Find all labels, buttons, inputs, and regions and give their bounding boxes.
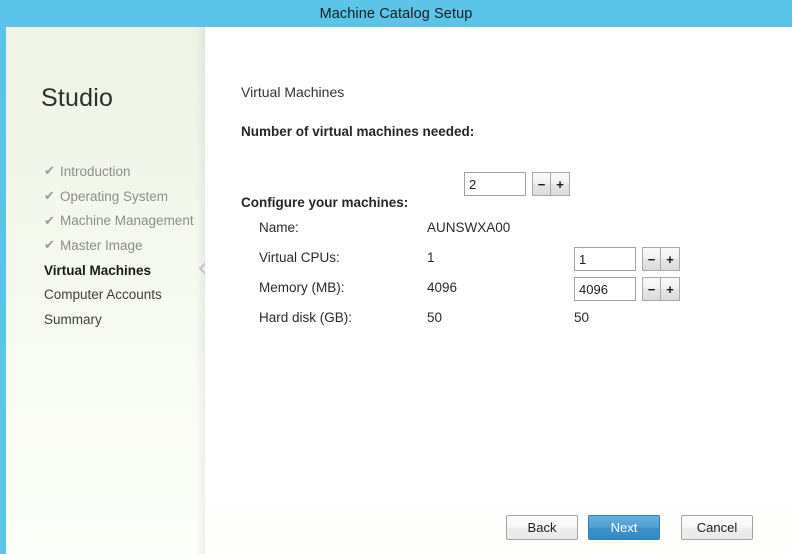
page-title: Virtual Machines bbox=[241, 84, 345, 100]
wizard-step-list: ✔ Introduction ✔ Operating System ✔ Machine M… bbox=[6, 159, 205, 332]
table-row: Name: AUNSWXA00 bbox=[241, 217, 771, 247]
sidebar-item-label: Operating System bbox=[60, 188, 169, 204]
property-value: 1 bbox=[427, 250, 435, 265]
property-readonly-value: 50 bbox=[574, 310, 590, 325]
step-complete-check-icon: ✔ bbox=[44, 237, 55, 253]
next-button[interactable]: Next bbox=[588, 515, 660, 540]
sidebar-item-label: Summary bbox=[44, 311, 102, 327]
window-titlebar: Machine Catalog Setup bbox=[0, 0, 792, 27]
machine-catalog-setup-window: Machine Catalog Setup Studio ✔ Introducti… bbox=[0, 0, 792, 554]
sidebar-item-label: Virtual Machines bbox=[44, 262, 152, 278]
property-value: 50 bbox=[427, 310, 443, 325]
vm-count-decrement-button[interactable]: − bbox=[532, 172, 551, 196]
sidebar-item-summary[interactable]: Summary bbox=[6, 307, 205, 332]
sidebar-item-label: Master Image bbox=[60, 237, 143, 253]
sidebar-item-virtual-machines[interactable]: Virtual Machines bbox=[6, 258, 205, 283]
vm-count-label: Number of virtual machines needed: bbox=[241, 124, 475, 139]
window-body: Studio ✔ Introduction ✔ Operating System ✔ Ma… bbox=[0, 27, 792, 554]
step-complete-check-icon: ✔ bbox=[44, 212, 55, 228]
wizard-footer: Back Next Cancel bbox=[205, 515, 792, 554]
property-stepper[interactable]: −+ bbox=[574, 277, 680, 301]
window-title: Machine Catalog Setup bbox=[319, 5, 473, 22]
product-title: Studio bbox=[41, 84, 114, 112]
property-name: Virtual CPUs: bbox=[259, 250, 340, 265]
wizard-sidebar: Studio ✔ Introduction ✔ Operating System ✔ Ma… bbox=[6, 27, 212, 554]
cancel-button[interactable]: Cancel bbox=[681, 515, 753, 540]
property-stepper-buttons: − + bbox=[642, 247, 680, 271]
property-value: 4096 bbox=[427, 280, 458, 295]
vm-count-increment-button[interactable]: + bbox=[551, 172, 570, 196]
property-name: Memory (MB): bbox=[259, 280, 345, 295]
sidebar-item-operating-system[interactable]: ✔ Operating System bbox=[6, 184, 205, 209]
sidebar-item-computer-accounts[interactable]: Computer Accounts bbox=[6, 282, 205, 307]
back-button[interactable]: Back bbox=[506, 515, 578, 540]
table-row: Memory (MB): 4096 −+ bbox=[241, 277, 771, 307]
property-value: AUNSWXA00 bbox=[427, 220, 511, 235]
sidebar-item-master-image[interactable]: ✔ Master Image bbox=[6, 233, 205, 258]
vm-count-stepper[interactable]: − + bbox=[464, 172, 570, 196]
sidebar-item-introduction[interactable]: ✔ Introduction bbox=[6, 159, 205, 184]
property-increment-button[interactable]: + bbox=[661, 247, 680, 271]
vm-count-input[interactable] bbox=[464, 172, 526, 196]
property-stepper-input[interactable] bbox=[574, 247, 636, 271]
property-increment-button[interactable]: + bbox=[661, 277, 680, 301]
configure-machines-label: Configure your machines: bbox=[241, 195, 409, 210]
sidebar-item-machine-management[interactable]: ✔ Machine Management bbox=[6, 208, 205, 233]
table-row: Virtual CPUs: 1 −+ bbox=[241, 247, 771, 277]
sidebar-item-label: Computer Accounts bbox=[44, 287, 162, 303]
property-decrement-button[interactable]: − bbox=[642, 277, 661, 301]
table-row: Hard disk (GB): 50 50 bbox=[241, 307, 771, 337]
property-decrement-button[interactable]: − bbox=[642, 247, 661, 271]
step-complete-check-icon: ✔ bbox=[44, 163, 55, 179]
vm-count-stepper-buttons: − + bbox=[532, 172, 570, 196]
property-stepper-buttons: − + bbox=[642, 277, 680, 301]
sidebar-item-label: Machine Management bbox=[60, 213, 194, 229]
property-name: Name: bbox=[259, 220, 299, 235]
step-complete-check-icon: ✔ bbox=[44, 188, 55, 204]
property-stepper[interactable]: −+ bbox=[574, 247, 680, 271]
property-stepper-input[interactable] bbox=[574, 277, 636, 301]
machine-properties-table: Name:AUNSWXA00Virtual CPUs:1−+Memory (MB… bbox=[241, 217, 771, 337]
wizard-content-pane: Virtual Machines Number of virtual machi… bbox=[205, 27, 792, 554]
property-name: Hard disk (GB): bbox=[259, 310, 353, 325]
